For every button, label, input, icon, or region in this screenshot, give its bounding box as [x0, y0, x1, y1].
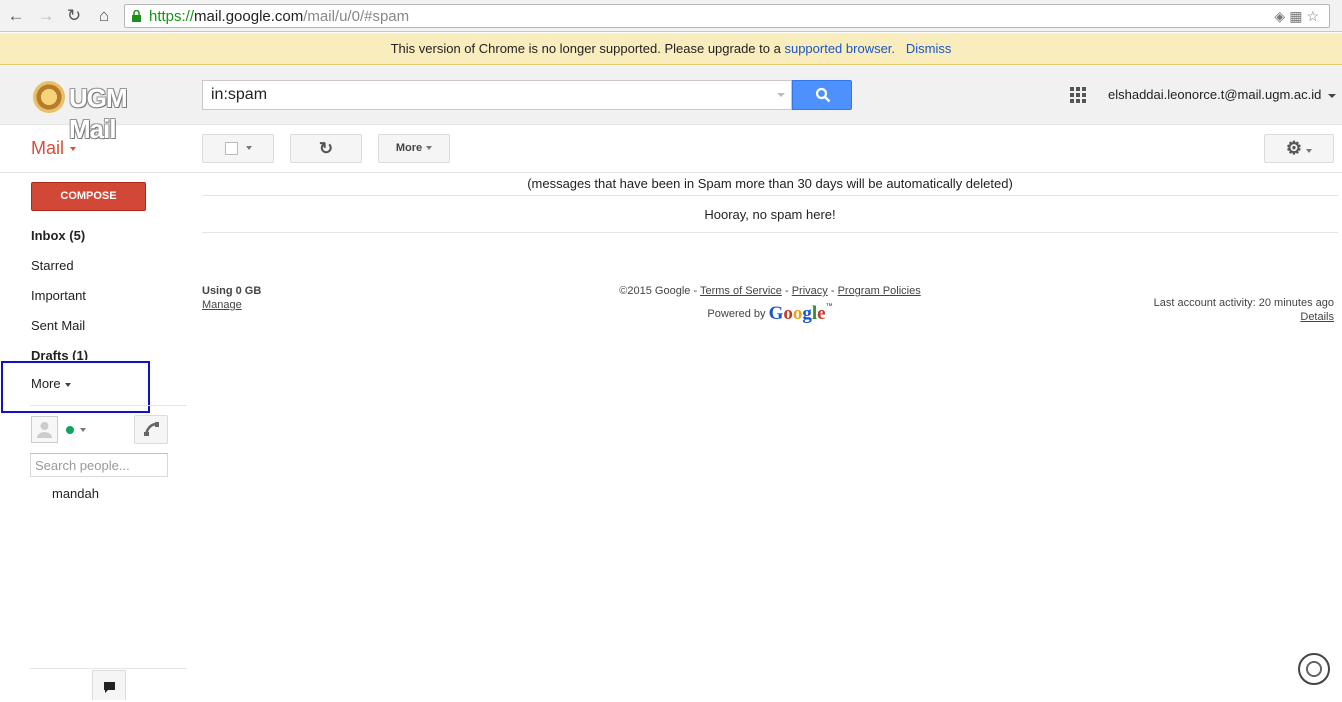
mail-switcher[interactable]: Mail: [31, 138, 77, 159]
gear-icon: ⚙: [1285, 138, 1303, 158]
divider: [30, 405, 187, 406]
caret-down-icon: [426, 146, 433, 151]
online-status-icon[interactable]: [66, 426, 74, 434]
divider: [202, 232, 1338, 233]
account-caret-icon[interactable]: [1328, 94, 1336, 98]
terms-link[interactable]: Terms of Service: [700, 285, 782, 297]
more-actions-button[interactable]: More: [378, 134, 450, 163]
apps-grid-icon[interactable]: [1070, 87, 1086, 103]
url-text: https://mail.google.com/mail/u/0/#spam: [149, 8, 410, 25]
browser-toolbar: ← → ↻ ⌂ https://mail.google.com/mail/u/0…: [0, 0, 1342, 32]
phone-icon: [144, 422, 159, 436]
supported-browser-link[interactable]: supported browser.: [784, 41, 895, 56]
translate-icon[interactable]: ▦: [1289, 8, 1306, 24]
unsupported-browser-infobar: This version of Chrome is no longer supp…: [0, 33, 1342, 65]
status-caret-icon[interactable]: [80, 428, 86, 432]
select-checkbox-button[interactable]: [202, 134, 274, 163]
spam-retention-note: (messages that have been in Spam more th…: [527, 176, 1013, 191]
refresh-button[interactable]: ↻: [290, 134, 362, 163]
lock-icon: [132, 10, 141, 22]
sidebar-more[interactable]: More: [31, 376, 71, 391]
search-box: [202, 80, 792, 110]
compose-button[interactable]: COMPOSE: [31, 182, 146, 211]
emblem-icon: [1298, 653, 1330, 685]
settings-button[interactable]: ⚙: [1264, 134, 1334, 163]
empty-spam-message: Hooray, no spam here!: [704, 207, 836, 222]
google-logo[interactable]: Google: [769, 303, 826, 324]
dismiss-link[interactable]: Dismiss: [906, 41, 952, 56]
footer-links: ©2015 Google - Terms of Service - Privac…: [619, 285, 921, 297]
divider: [30, 668, 187, 669]
search-people-input[interactable]: [30, 453, 168, 477]
program-policies-link[interactable]: Program Policies: [838, 285, 921, 297]
person-icon: [37, 422, 52, 438]
infobar-message: This version of Chrome is no longer supp…: [390, 41, 781, 56]
caret-down-icon: [245, 146, 252, 151]
forward-icon[interactable]: →: [36, 6, 56, 26]
ugm-seal-icon: [33, 81, 65, 113]
caret-down-icon: [1306, 149, 1313, 154]
caret-down-icon: [70, 147, 77, 152]
storage-usage: Using 0 GB: [202, 285, 262, 297]
powered-by-google: Powered by Google™: [707, 303, 833, 324]
search-input[interactable]: [203, 81, 763, 109]
sidebar-item-starred[interactable]: Starred: [31, 258, 74, 273]
checkbox-icon: [224, 141, 238, 155]
divider: [0, 172, 1342, 173]
home-icon[interactable]: ⌂: [94, 6, 114, 26]
ugm-mail-logo[interactable]: UGM Mail: [33, 75, 173, 144]
reload-icon[interactable]: ↻: [64, 6, 84, 26]
search-button[interactable]: [792, 80, 852, 110]
caret-down-icon: [64, 382, 71, 387]
address-bar[interactable]: https://mail.google.com/mail/u/0/#spam ◈…: [124, 4, 1330, 28]
chat-toggle-button[interactable]: [92, 670, 126, 700]
sidebar-item-important[interactable]: Important: [31, 288, 86, 303]
back-icon[interactable]: ←: [6, 6, 26, 26]
refresh-icon: ↻: [318, 139, 334, 158]
avatar[interactable]: [31, 416, 58, 443]
gmail-header: UGM Mail elshaddai.leonorce.t@mail.ugm.a…: [0, 66, 1342, 144]
privacy-link[interactable]: Privacy: [792, 285, 828, 297]
extension-icon[interactable]: ◈: [1274, 8, 1289, 24]
star-icon[interactable]: ☆: [1306, 8, 1323, 24]
manage-storage-link[interactable]: Manage: [202, 299, 242, 311]
search-icon: [815, 87, 831, 103]
details-link[interactable]: Details: [1300, 311, 1334, 323]
call-phone-button[interactable]: [134, 415, 168, 444]
search-options-caret-icon[interactable]: [777, 93, 785, 97]
account-email[interactable]: elshaddai.leonorce.t@mail.ugm.ac.id: [1108, 87, 1321, 102]
chat-bubble-icon: [104, 682, 115, 693]
sidebar-item-inbox[interactable]: Inbox (5): [31, 228, 85, 243]
divider: [202, 195, 1338, 196]
sidebar-item-drafts[interactable]: Drafts (1): [31, 348, 88, 360]
last-account-activity: Last account activity: 20 minutes ago: [1153, 297, 1334, 309]
contact-item[interactable]: mandah: [52, 486, 99, 501]
sidebar-item-sent-mail[interactable]: Sent Mail: [31, 318, 85, 333]
